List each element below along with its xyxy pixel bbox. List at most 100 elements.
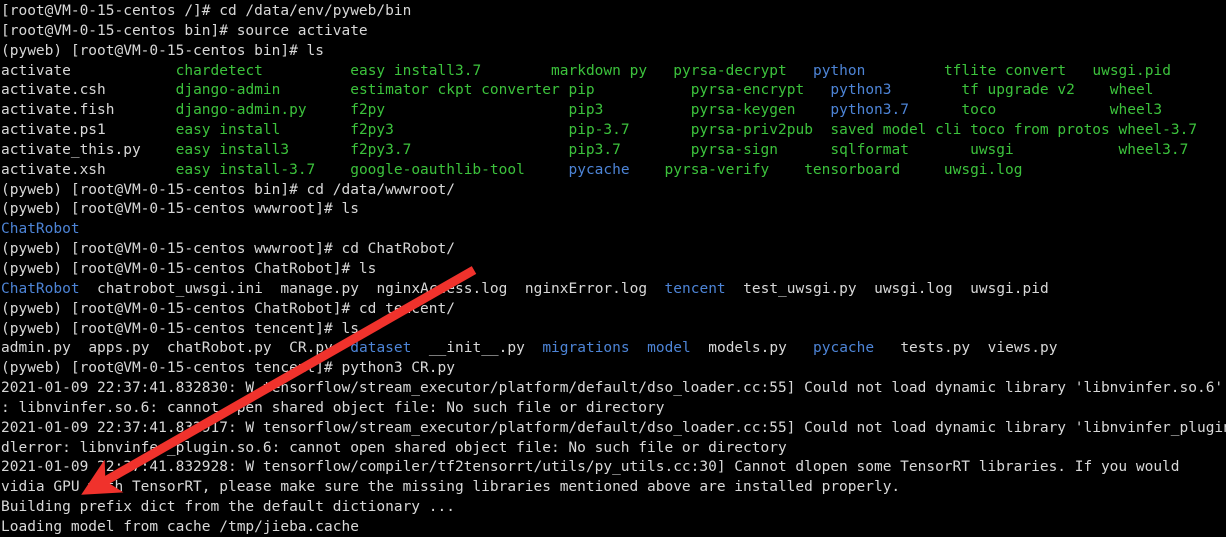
terminal-text: manage.py [280, 280, 359, 297]
terminal-text: 2021-01-09 22:37:41.832830: W tensorflow… [1, 380, 1224, 397]
terminal-line: 2021-01-09 22:37:41.832917: W tensorflow… [1, 419, 1226, 439]
terminal-text: uwsgi.log [943, 161, 1023, 178]
terminal-text: f2py3.7 [350, 141, 412, 158]
terminal-text: django-admin [175, 82, 281, 99]
terminal-text: django-admin.py [175, 102, 307, 119]
terminal-text: apps.py [88, 340, 150, 357]
terminal-line: activate.fish django-admin.py f2py pip3 … [1, 101, 1226, 121]
terminal-screen[interactable]: [root@VM-0-15-centos /]# cd /data/env/py… [0, 0, 1226, 537]
terminal-text: uwsgi.pid [970, 280, 1049, 297]
terminal-line: (pyweb) [root@VM-0-15-centos ChatRobot]#… [1, 260, 1226, 280]
terminal-text: (pyweb) [root@VM-0-15-centos tencent]# p… [1, 360, 455, 377]
terminal-text: ChatRobot [1, 280, 80, 297]
terminal-text: tf upgrade v2 [961, 82, 1075, 99]
terminal-text: activate.csh [1, 82, 106, 99]
terminal-text: estimator ckpt converter [350, 82, 560, 99]
terminal-text: pip-3.7 [568, 122, 630, 139]
terminal-text: models.py [708, 340, 787, 357]
terminal-text: Building prefix dict from the default di… [1, 499, 455, 516]
terminal-text: activate [1, 62, 71, 79]
terminal-text: migrations [542, 340, 630, 357]
terminal-text: nginxAccess.log [376, 280, 508, 297]
terminal-line: ChatRobot [1, 220, 1226, 240]
terminal-text: vidia GPU with TensorRT, please make sur… [1, 479, 901, 496]
terminal-text: pyrsa-verify [664, 161, 770, 178]
terminal-line: (pyweb) [root@VM-0-15-centos wwwroot]# c… [1, 240, 1226, 260]
terminal-text: activate.xsh [1, 161, 106, 178]
terminal-text: __init__.py [428, 340, 525, 357]
terminal-window[interactable]: [root@VM-0-15-centos /]# cd /data/env/py… [0, 0, 1226, 537]
terminal-line: vidia GPU with TensorRT, please make sur… [1, 478, 1226, 498]
terminal-text: model [647, 340, 691, 357]
terminal-line: ChatRobot chatrobot_uwsgi.ini manage.py … [1, 280, 1226, 300]
terminal-line: (pyweb) [root@VM-0-15-centos wwwroot]# l… [1, 200, 1226, 220]
terminal-text: Loading model from cache /tmp/jieba.cach… [1, 518, 359, 535]
terminal-line: (pyweb) [root@VM-0-15-centos bin]# cd /d… [1, 181, 1226, 201]
terminal-text: chatRobot.py [166, 340, 272, 357]
terminal-text: 2021-01-09 22:37:41.832917: W tensorflow… [1, 419, 1226, 436]
terminal-text: admin.py [1, 340, 71, 357]
terminal-line: 2021-01-09 22:37:41.832830: W tensorflow… [1, 379, 1226, 399]
terminal-text: saved model cli [830, 122, 962, 139]
terminal-line: [root@VM-0-15-centos bin]# source activa… [1, 22, 1226, 42]
terminal-text: uwsgi.log [874, 280, 953, 297]
terminal-line: : libnvinfer.so.6: cannot open shared ob… [1, 399, 1226, 419]
terminal-text: sqlformat [830, 141, 909, 158]
terminal-text: [root@VM-0-15-centos /]# cd /data/env/py… [1, 3, 412, 19]
terminal-text: wheel3 [1109, 102, 1163, 119]
terminal-text: dataset [350, 340, 412, 357]
terminal-text: python3.7 [830, 102, 909, 119]
terminal-line: (pyweb) [root@VM-0-15-centos tencent]# l… [1, 320, 1226, 340]
terminal-text: chardetect [175, 62, 263, 79]
terminal-text: easy install3.7 [350, 62, 482, 79]
terminal-text: tensorboard [804, 161, 901, 178]
terminal-text: (pyweb) [root@VM-0-15-centos ChatRobot]#… [1, 300, 455, 317]
terminal-text: toco from protos [970, 122, 1110, 139]
terminal-text: [root@VM-0-15-centos bin]# source activa… [1, 22, 368, 39]
terminal-text: chatrobot_uwsgi.ini [97, 280, 263, 297]
terminal-text: easy install3 [175, 141, 290, 158]
terminal-text: nginxError.log [524, 280, 648, 297]
terminal-text: (pyweb) [root@VM-0-15-centos ChatRobot]#… [1, 260, 377, 277]
terminal-line: Building prefix dict from the default di… [1, 498, 1226, 518]
terminal-text: pyrsa-keygen [690, 102, 796, 119]
terminal-text: (pyweb) [root@VM-0-15-centos bin]# ls [1, 42, 325, 59]
terminal-text: ChatRobot [1, 221, 80, 238]
terminal-line: (pyweb) [root@VM-0-15-centos bin]# ls [1, 42, 1226, 62]
terminal-text: pip [568, 82, 595, 99]
terminal-text: dlerror: libnvinfer_plugin.so.6: cannot … [1, 439, 787, 456]
terminal-text: easy install [175, 122, 281, 139]
terminal-text: activate.fish [1, 102, 115, 119]
terminal-text: tflite convert [943, 62, 1067, 79]
terminal-line: activate.ps1 easy install f2py3 pip-3.7 … [1, 121, 1226, 141]
